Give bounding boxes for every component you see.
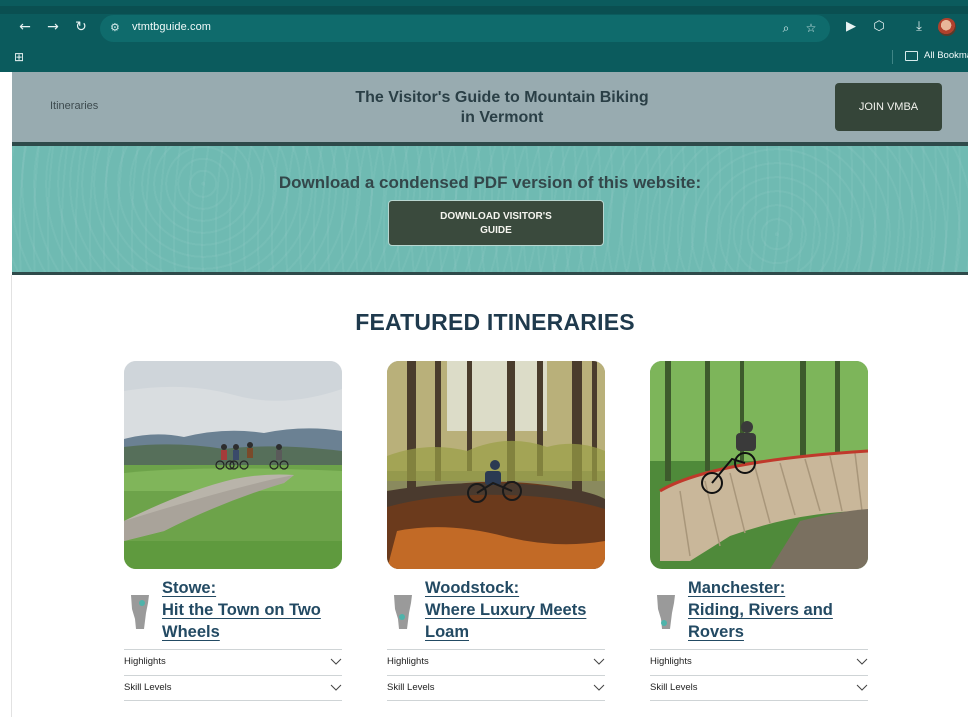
folder-icon [905, 51, 918, 61]
accordion-label: Highlights [124, 656, 166, 667]
back-arrow-icon[interactable]: ← [16, 18, 34, 36]
itinerary-card-manchester: Manchester: Riding, Rivers and Rovers Hi… [650, 361, 868, 701]
itinerary-card-stowe: Stowe: Hit the Town on Two Wheels Highli… [124, 361, 342, 701]
accordion-label: Highlights [387, 656, 429, 667]
manchester-photo[interactable] [650, 361, 868, 569]
zoom-icon[interactable]: ⌕ [778, 20, 794, 36]
apps-icon[interactable]: ⊞ [14, 50, 28, 64]
media-icon[interactable]: ▶ [842, 18, 860, 36]
reload-icon[interactable]: ↻ [72, 18, 90, 36]
chevron-down-icon [330, 658, 342, 665]
card-title-line: Riding, Rivers and [688, 601, 833, 619]
site-title-line2: in Vermont [460, 109, 544, 126]
bookmark-separator [892, 50, 893, 64]
accordion-highlights[interactable]: Highlights [650, 649, 868, 675]
accordion-label: Skill Levels [124, 682, 172, 693]
profile-avatar[interactable] [938, 18, 956, 36]
stowe-photo[interactable] [124, 361, 342, 569]
site-title[interactable]: The Visitor's Guide to Mountain Biking i… [12, 88, 968, 128]
chevron-down-icon [593, 658, 605, 665]
banner-text: Download a condensed PDF version of this… [278, 173, 702, 192]
card-title-stowe[interactable]: Stowe: Hit the Town on Two Wheels [162, 577, 342, 643]
download-banner: Download a condensed PDF version of this… [12, 146, 968, 272]
vermont-map-icon [394, 595, 412, 629]
tab-strip [0, 6, 968, 14]
page-edge-line [11, 275, 12, 717]
card-title-manchester[interactable]: Manchester: Riding, Rivers and Rovers [688, 577, 868, 643]
forward-arrow-icon[interactable]: → [44, 18, 62, 36]
accordion-label: Highlights [650, 656, 692, 667]
vermont-map-icon [657, 595, 675, 629]
accordion-skill-levels[interactable]: Skill Levels [387, 675, 605, 701]
browser-toolbar: ← → ↻ ⚙ vtmtbguide.com ⌕ ☆ ▶ ⬡ ⤓ ⊞ All B… [0, 0, 968, 72]
chevron-down-icon [856, 684, 868, 691]
download-button-line2: GUIDE [480, 225, 512, 236]
site-header: Itineraries The Visitor's Guide to Mount… [12, 72, 968, 142]
address-bar[interactable]: ⚙ vtmtbguide.com ⌕ ☆ [100, 15, 830, 42]
card-title-woodstock[interactable]: Woodstock: Where Luxury Meets Loam [425, 577, 605, 643]
itinerary-card-woodstock: Woodstock: Where Luxury Meets Loam Highl… [387, 361, 605, 701]
accordion-skill-levels[interactable]: Skill Levels [650, 675, 868, 701]
card-title-line: Woodstock: [425, 579, 520, 597]
card-title-line: Manchester: [688, 579, 786, 597]
chevron-down-icon [856, 658, 868, 665]
card-title-line: Where Luxury Meets [425, 601, 587, 619]
accordion-skill-levels[interactable]: Skill Levels [124, 675, 342, 701]
vermont-map-icon [131, 595, 149, 629]
accordion-label: Skill Levels [387, 682, 435, 693]
chevron-down-icon [593, 684, 605, 691]
extensions-icon[interactable]: ⬡ [870, 18, 888, 36]
accordion-label: Skill Levels [650, 682, 698, 693]
accordion-highlights[interactable]: Highlights [387, 649, 605, 675]
all-bookmarks-link[interactable]: All Bookma [924, 50, 968, 61]
woodstock-photo[interactable] [387, 361, 605, 569]
join-vmba-button[interactable]: JOIN VMBA [835, 83, 942, 131]
download-guide-button[interactable]: DOWNLOAD VISITOR'S GUIDE [388, 200, 604, 246]
chevron-down-icon [330, 684, 342, 691]
featured-heading: FEATURED ITINERARIES [355, 309, 635, 335]
card-title-line: Wheels [162, 623, 220, 641]
card-title-line: Hit the Town on Two [162, 601, 321, 619]
card-title-line: Rovers [688, 623, 744, 641]
site-settings-icon[interactable]: ⚙ [110, 21, 124, 35]
card-title-line: Stowe: [162, 579, 217, 597]
download-icon[interactable]: ⤓ [910, 18, 928, 36]
download-button-line1: DOWNLOAD VISITOR'S [440, 211, 552, 222]
banner-divider [12, 272, 968, 275]
star-icon[interactable]: ☆ [803, 20, 819, 36]
site-title-line1: The Visitor's Guide to Mountain Biking [355, 89, 649, 106]
card-title-line: Loam [425, 623, 470, 641]
url-text: vtmtbguide.com [132, 21, 212, 33]
accordion-highlights[interactable]: Highlights [124, 649, 342, 675]
